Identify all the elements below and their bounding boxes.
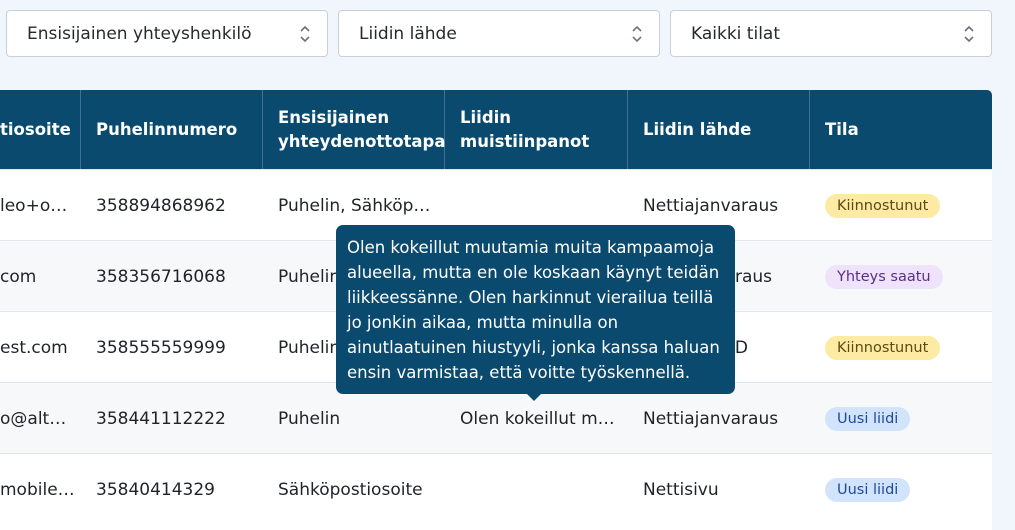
cell-status: Uusi liidi <box>810 383 992 454</box>
cell-email: com <box>0 266 37 287</box>
cell-source: Nettisivu <box>643 479 719 500</box>
tooltip-arrow <box>526 393 542 401</box>
column-header-status[interactable]: Tila <box>810 90 992 169</box>
primary-contact-select[interactable]: Ensisijainen yhteyshenkilö <box>6 10 328 57</box>
status-badge: Kiinnostunut <box>825 193 941 218</box>
cell-status: Kiinnostunut <box>810 170 992 241</box>
cell-status: Kiinnostunut <box>810 312 992 383</box>
table-row[interactable]: mobile… 35840414329 Sähköpostiosoite Net… <box>0 453 992 525</box>
cell-phone: 358555559999 <box>96 337 226 358</box>
cell-email: est.com <box>0 337 68 358</box>
status-select-value: Kaikki tilat <box>691 23 781 44</box>
sort-chevrons-icon <box>964 25 974 43</box>
column-header-phone[interactable]: Puhelinnumero <box>81 90 263 169</box>
cell-phone: 35840414329 <box>96 479 215 500</box>
primary-contact-select-value: Ensisijainen yhteyshenkilö <box>27 23 252 44</box>
status-badge: Uusi liidi <box>825 477 911 502</box>
cell-notes[interactable] <box>445 454 628 525</box>
column-header-notes[interactable]: Liidin muistiinpanot <box>445 90 628 169</box>
sort-chevrons-icon <box>300 25 310 43</box>
status-badge: Uusi liidi <box>825 406 911 431</box>
cell-status: Yhteys saatu <box>810 241 992 312</box>
column-header-email[interactable]: tiosoite <box>0 90 81 169</box>
cell-status: Uusi liidi <box>810 454 992 525</box>
cell-phone: 358894868962 <box>96 195 226 216</box>
cell-email: o@alt… <box>0 408 67 429</box>
cell-email: leo+o… <box>0 195 68 216</box>
notes-tooltip-text: Olen kokeillut muutamia muita kampaamoja… <box>347 238 720 382</box>
filter-bar: Ensisijainen yhteyshenkilö Liidin lähde … <box>6 10 992 59</box>
cell-email: mobile… <box>0 479 75 500</box>
status-select[interactable]: Kaikki tilat <box>670 10 992 57</box>
lead-source-select-value: Liidin lähde <box>359 23 457 44</box>
cell-phone: 358441112222 <box>96 408 226 429</box>
lead-source-select[interactable]: Liidin lähde <box>338 10 660 57</box>
table-header: tiosoite Puhelinnumero Ensisijainen yhte… <box>0 90 992 169</box>
status-badge: Kiinnostunut <box>825 335 941 360</box>
cell-phone: 358356716068 <box>96 266 226 287</box>
notes-tooltip: Olen kokeillut muutamia muita kampaamoja… <box>336 225 735 401</box>
cell-contact-method: Sähköpostiosoite <box>278 479 423 500</box>
column-header-contact-method[interactable]: Ensisijainen yhteydenottotapa <box>263 90 446 169</box>
sort-chevrons-icon <box>632 25 642 43</box>
status-badge: Yhteys saatu <box>825 264 943 289</box>
column-header-source[interactable]: Liidin lähde <box>628 90 810 169</box>
